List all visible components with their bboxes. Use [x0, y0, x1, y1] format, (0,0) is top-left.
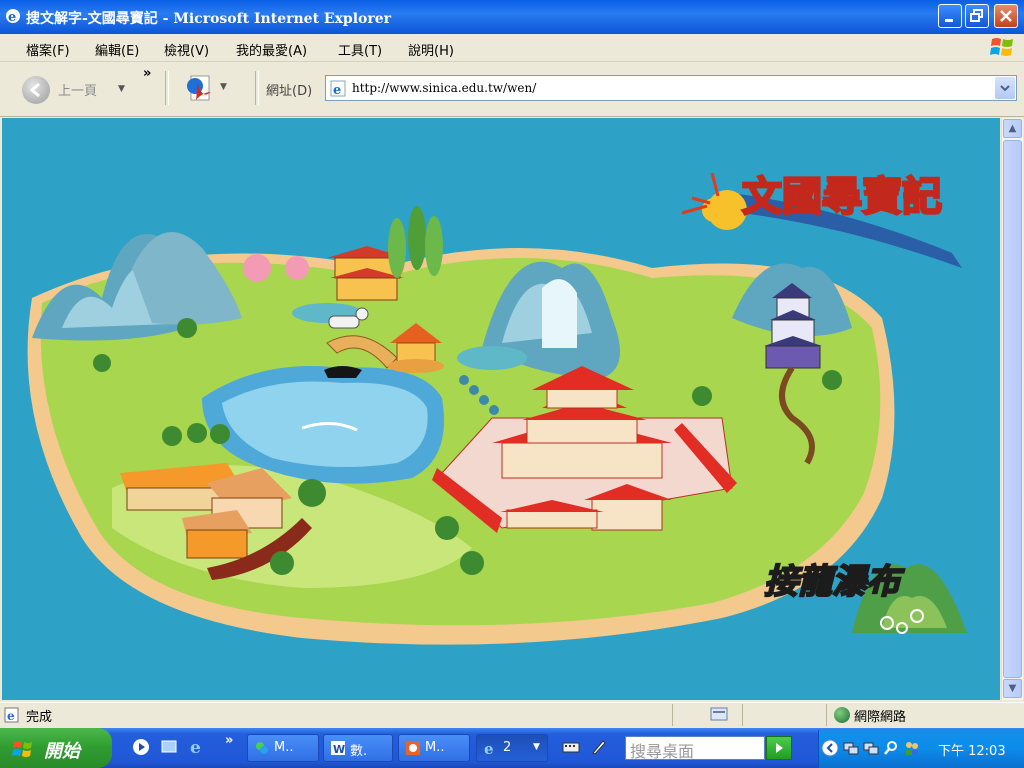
svg-text:e: e [190, 738, 201, 756]
search-placeholder: 搜尋桌面 [630, 742, 695, 761]
menu-edit[interactable]: 編輯(E) [95, 40, 139, 59]
search-go-button[interactable] [766, 736, 792, 760]
waterfall [542, 279, 577, 348]
back-label: 上一頁 [58, 84, 98, 99]
back-button[interactable] [22, 76, 50, 104]
task-button-1[interactable]: M.. [247, 734, 319, 762]
windows-flag-icon [12, 741, 32, 757]
quicklaunch-more-chevron[interactable]: » [225, 733, 233, 748]
security-zone-text: 網際網路 [854, 710, 907, 725]
menu-file[interactable]: 檔案(F) [26, 40, 70, 59]
task-button-2[interactable]: W 數. [323, 734, 393, 762]
ie-page-icon: e [330, 80, 346, 97]
back-arrow-icon [29, 82, 40, 98]
pen-icon[interactable] [590, 738, 608, 756]
menu-favorites[interactable]: 我的最愛(A) [236, 40, 307, 59]
status-separator [672, 704, 673, 726]
ie-task-icon: e [484, 740, 494, 756]
title-bar[interactable]: e 搜文解字-文國尋寶記 - Microsoft Internet Explor… [0, 0, 1024, 34]
restore-button[interactable] [965, 4, 989, 28]
task-label: M.. [274, 740, 294, 755]
start-label: 開始 [44, 741, 80, 762]
word-icon: W [331, 741, 345, 756]
task-label: 數. [350, 744, 368, 759]
menu-view[interactable]: 檢視(V) [164, 40, 209, 59]
restore-icon [970, 9, 983, 22]
task-label: 2 [503, 740, 512, 755]
msn-icon [256, 742, 268, 754]
play-arrow-icon [776, 743, 783, 753]
address-input[interactable]: http://www.sinica.edu.tw/wen/ [352, 81, 536, 95]
status-separator [742, 704, 743, 726]
minimize-icon [945, 19, 953, 22]
svg-text:e: e [7, 709, 15, 723]
page-done-icon: e [4, 707, 19, 723]
menu-help[interactable]: 說明(H) [408, 40, 454, 59]
keyboard-icon[interactable] [562, 738, 580, 756]
task-label: M.. [425, 740, 445, 755]
media-player-icon[interactable] [132, 738, 150, 756]
back-dropdown-icon[interactable]: ▼ [118, 84, 125, 94]
waterfall-location-label[interactable]: 接龍瀑布 [763, 561, 967, 634]
svg-text:e: e [333, 83, 341, 97]
svg-text:e: e [8, 10, 16, 24]
logo-text: 文國尋寶記 [742, 173, 942, 220]
close-icon [1000, 10, 1012, 22]
status-panel-icon [710, 707, 728, 721]
location-label-text: 接龍瀑布 [764, 562, 905, 602]
desktop-search-input[interactable]: 搜尋桌面 [625, 736, 765, 761]
task-button-3[interactable]: M.. [398, 734, 470, 762]
search-icon[interactable] [883, 740, 899, 756]
address-dropdown-button[interactable] [995, 77, 1015, 99]
clock[interactable]: 下午 12:03 [938, 740, 1006, 759]
address-bar[interactable]: e http://www.sinica.edu.tw/wen/ [325, 75, 1017, 101]
window-title: 搜文解字-文國尋寶記 - Microsoft Internet Explorer [26, 11, 392, 27]
menu-tools[interactable]: 工具(T) [338, 40, 382, 59]
windows-logo-icon [990, 38, 1013, 56]
ie-quicklaunch-icon[interactable]: e [188, 738, 206, 756]
game-logo: 文國尋寶記 [681, 172, 962, 268]
internet-zone-icon [834, 707, 850, 723]
tray-expand-icon[interactable] [821, 739, 839, 757]
network-icon[interactable] [843, 740, 859, 756]
vertical-scrollbar[interactable]: ▲ ▼ [1001, 118, 1023, 700]
scroll-down-button[interactable]: ▼ [1003, 679, 1022, 698]
start-button[interactable]: 開始 [0, 728, 112, 768]
close-button[interactable] [994, 4, 1018, 28]
web-content[interactable]: 文國尋寶記 接龍瀑布 [2, 118, 1000, 700]
minimize-button[interactable] [938, 4, 962, 28]
scroll-thumb[interactable] [1003, 140, 1022, 678]
task-button-ie-group[interactable]: e 2 ▼ [476, 734, 548, 762]
svg-text:e: e [484, 740, 494, 756]
toolbar-separator [165, 71, 169, 105]
users-icon[interactable] [903, 740, 921, 756]
svg-text:W: W [333, 743, 345, 756]
show-desktop-icon[interactable] [160, 738, 178, 756]
menu-bar: 檔案(F) 編輯(E) 檢視(V) 我的最愛(A) 工具(T) 說明(H) [0, 34, 1024, 62]
address-label: 網址(D) [266, 84, 313, 99]
scroll-up-button[interactable]: ▲ [1003, 119, 1022, 138]
status-text: 完成 [26, 710, 53, 725]
treasure-map-illustration[interactable]: 文國尋寶記 接龍瀑布 [2, 118, 1000, 700]
chevron-down-icon [1000, 85, 1010, 92]
pdf-dropdown-icon[interactable]: ▼ [220, 82, 227, 92]
toolbar-more-chevron[interactable]: » [143, 66, 151, 81]
toolbar-separator [255, 71, 259, 105]
pdf-icon[interactable] [183, 72, 217, 106]
network-icon-2[interactable] [863, 740, 879, 756]
status-separator [826, 704, 827, 726]
group-dropdown-icon: ▼ [533, 742, 540, 752]
ie-icon: e [6, 9, 20, 24]
powerpoint-icon [406, 741, 420, 755]
